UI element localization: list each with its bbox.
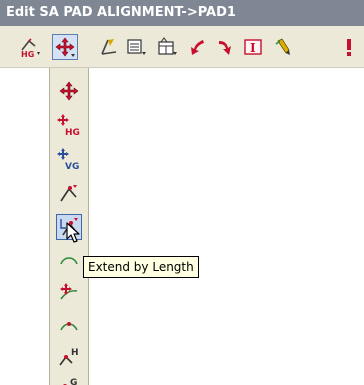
arc-move-icon[interactable]	[56, 278, 82, 304]
exclamation-icon[interactable]	[336, 34, 362, 60]
table-icon[interactable]	[154, 34, 180, 60]
red-arrow-down-icon[interactable]	[212, 34, 238, 60]
h-point-label: H	[71, 348, 79, 358]
list-dropdown-icon[interactable]	[124, 34, 150, 60]
edit-line-icon[interactable]	[96, 34, 122, 60]
window-title: Edit SA PAD ALIGNMENT->PAD1	[0, 0, 364, 26]
red-arrow-left-icon[interactable]	[184, 34, 210, 60]
move-hg-label: HG	[65, 128, 80, 137]
pen-icon[interactable]	[270, 34, 296, 60]
move-hg-icon[interactable]: HG	[56, 112, 82, 138]
svg-text:HG: HG	[21, 50, 34, 58]
editor-window: Edit SA PAD ALIGNMENT->PAD1 HG I HG VG H…	[0, 0, 364, 385]
move-icon[interactable]	[52, 34, 78, 60]
extend-icon[interactable]	[56, 180, 82, 206]
g-point-icon[interactable]: G	[56, 372, 82, 385]
curve-icon[interactable]	[56, 312, 82, 338]
mouse-cursor-icon	[66, 222, 82, 248]
svg-text:I: I	[250, 41, 256, 55]
g-point-label: G	[70, 378, 77, 385]
hg-pad-icon[interactable]: HG	[18, 34, 44, 60]
arc-icon[interactable]	[56, 248, 82, 274]
move-vg-label: VG	[65, 162, 79, 171]
tooltip: Extend by Length	[83, 256, 199, 278]
text-box-icon[interactable]: I	[240, 34, 266, 60]
move-vg-icon[interactable]: VG	[56, 146, 82, 172]
move-icon[interactable]	[56, 78, 82, 104]
h-point-icon[interactable]: H	[56, 344, 82, 370]
toolbar: HG I	[0, 26, 364, 68]
